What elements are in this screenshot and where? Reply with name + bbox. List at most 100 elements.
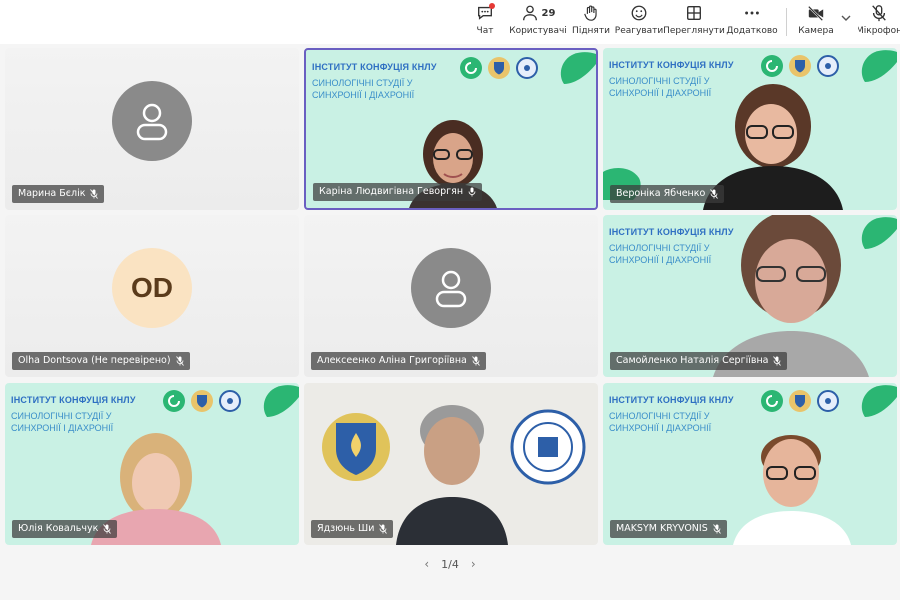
university-crest-logo	[322, 413, 390, 481]
mic-button[interactable]: Мікрофон	[858, 2, 900, 42]
raise-hand-label: Підняти	[572, 26, 610, 36]
react-label: Реагувати	[614, 26, 664, 36]
mic-off-icon	[872, 5, 886, 22]
confucius-logo	[460, 57, 482, 79]
gallery-pager: ‹ 1/4 ›	[0, 556, 900, 572]
people-button[interactable]: 29 Користувачі	[509, 2, 567, 42]
camera-label: Камера	[798, 26, 834, 36]
logo-row	[761, 55, 839, 77]
camera-off-icon	[808, 5, 824, 21]
tianjin-university-logo	[817, 55, 839, 77]
participant-name: Юлія Ковальчук	[18, 523, 99, 534]
people-icon	[522, 5, 537, 21]
decorative-leaf	[263, 385, 299, 417]
decorative-leaf	[861, 50, 897, 82]
participant-name-tag: MAKSYM KRYVONIS	[610, 520, 727, 538]
participant-tile[interactable]: Марина Бєлік	[5, 48, 299, 210]
raise-hand-icon	[584, 5, 597, 21]
participant-tile[interactable]: Ядзюнь Ши	[304, 383, 598, 545]
view-label: Переглянути	[663, 26, 725, 36]
participant-name-tag: Olha Dontsova (Не перевірено)	[12, 352, 190, 370]
participant-name: Olha Dontsova (Не перевірено)	[18, 355, 171, 366]
more-icon	[745, 11, 759, 15]
participant-tile[interactable]: Алексеенко Аліна Григоріївна	[304, 215, 598, 377]
tianjin-university-logo	[516, 57, 538, 79]
logo-row	[460, 57, 538, 79]
mic-muted-icon	[712, 524, 721, 534]
mic-muted-icon	[468, 187, 476, 197]
mic-muted-icon	[710, 189, 719, 199]
participant-name-tag: Каріна Людвигівна Геворгян	[313, 183, 483, 201]
participant-name: Вероніка Ябченко	[616, 188, 706, 199]
tianjin-university-logo	[219, 390, 241, 412]
participant-name: Самойленко Наталія Сергіївна	[616, 355, 769, 366]
participant-video	[733, 435, 851, 545]
university-crest-logo	[789, 390, 811, 412]
participant-name: Марина Бєлік	[18, 188, 86, 199]
participant-name: Ядзюнь Ши	[317, 523, 375, 534]
tianjin-university-logo	[510, 409, 586, 485]
participant-name-tag: Марина Бєлік	[12, 185, 105, 203]
participant-name: MAKSYM KRYVONIS	[616, 523, 708, 534]
view-button[interactable]: Переглянути	[663, 2, 725, 42]
person-icon	[136, 103, 168, 141]
participant-count: 29	[541, 7, 556, 19]
brand-title: ІНСТИТУТ КОНФУЦІЯ КНЛУ	[609, 395, 734, 405]
university-crest-logo	[191, 390, 213, 412]
more-button[interactable]: Додатково	[726, 2, 778, 42]
confucius-logo	[761, 390, 783, 412]
decorative-leaf	[861, 385, 897, 417]
participant-name-tag: Юлія Ковальчук	[12, 520, 118, 538]
mic-muted-icon	[379, 524, 388, 534]
participant-tile-active[interactable]: ІНСТИТУТ КОНФУЦІЯ КНЛУ СИНОЛОГІЧНІ СТУДІ…	[304, 48, 598, 210]
decorative-leaf	[560, 52, 596, 84]
participant-name-tag: Самойленко Наталія Сергіївна	[610, 352, 788, 370]
mic-muted-icon	[175, 356, 184, 366]
logo-row	[163, 390, 241, 412]
participant-name-tag: Ядзюнь Ши	[311, 520, 394, 538]
participant-tile[interactable]: ІНСТИТУТ КОНФУЦІЯ КНЛУ СИНОЛОГІЧНІ СТУДІ…	[603, 48, 897, 210]
camera-button[interactable]: Камера	[796, 2, 836, 42]
university-crest-logo	[488, 57, 510, 79]
chat-label: Чат	[476, 26, 494, 36]
brand-title: ІНСТИТУТ КОНФУЦІЯ КНЛУ	[609, 60, 734, 70]
participant-tile[interactable]: ІНСТИТУТ КОНФУЦІЯ КНЛУ СИНОЛОГІЧНІ СТУДІ…	[5, 383, 299, 545]
toolbar-divider	[786, 8, 787, 36]
more-label: Додатково	[726, 26, 778, 36]
next-page-icon[interactable]: ›	[471, 557, 476, 571]
avatar	[112, 80, 192, 161]
tianjin-university-logo	[817, 390, 839, 412]
mic-muted-icon	[103, 524, 112, 534]
prev-page-icon[interactable]: ‹	[424, 557, 429, 571]
participant-tile[interactable]: ІНСТИТУТ КОНФУЦІЯ КНЛУ СИНОЛОГІЧНІ СТУДІ…	[603, 215, 897, 377]
university-crest-logo	[789, 55, 811, 77]
mic-muted-icon	[90, 189, 99, 199]
react-button[interactable]: Реагувати	[614, 2, 664, 42]
participant-name-tag: Вероніка Ябченко	[610, 185, 725, 203]
people-label: Користувачі	[509, 26, 567, 36]
confucius-logo	[163, 390, 185, 412]
emoji-icon	[631, 5, 647, 21]
page-indicator: 1/4	[441, 557, 459, 571]
brand-title: ІНСТИТУТ КОНФУЦІЯ КНЛУ	[312, 62, 437, 72]
brand-subtitle: СИНОЛОГІЧНІ СТУДІЇ У СИНХРОНІЇ І ДІАХРОН…	[609, 411, 712, 433]
participant-tile[interactable]: OD Olha Dontsova (Не перевірено)	[5, 215, 299, 377]
participant-video	[396, 405, 508, 545]
mic-label: Мікрофон	[858, 26, 900, 36]
participant-name: Алексеенко Аліна Григоріївна	[317, 355, 467, 366]
avatar	[411, 247, 491, 328]
unread-dot	[489, 3, 495, 9]
logo-row	[761, 390, 839, 412]
chat-button[interactable]: Чат	[472, 2, 498, 42]
raise-hand-button[interactable]: Підняти	[572, 2, 610, 42]
participant-tile[interactable]: ІНСТИТУТ КОНФУЦІЯ КНЛУ СИНОЛОГІЧНІ СТУДІ…	[603, 383, 897, 545]
mic-muted-icon	[472, 356, 480, 366]
confucius-logo	[761, 55, 783, 77]
meeting-toolbar: Чат 29 Користувачі Підняти Реагувати Пер…	[0, 0, 900, 44]
participant-name: Каріна Людвигівна Геворгян	[319, 186, 464, 197]
brand-subtitle: СИНОЛОГІЧНІ СТУДІЇ У СИНХРОНІЇ І ДІАХРОН…	[312, 78, 415, 100]
grid-view-icon	[687, 6, 701, 20]
avatar-initials: OD	[112, 247, 192, 328]
person-icon	[435, 270, 467, 308]
chevron-down-icon[interactable]	[840, 12, 852, 24]
